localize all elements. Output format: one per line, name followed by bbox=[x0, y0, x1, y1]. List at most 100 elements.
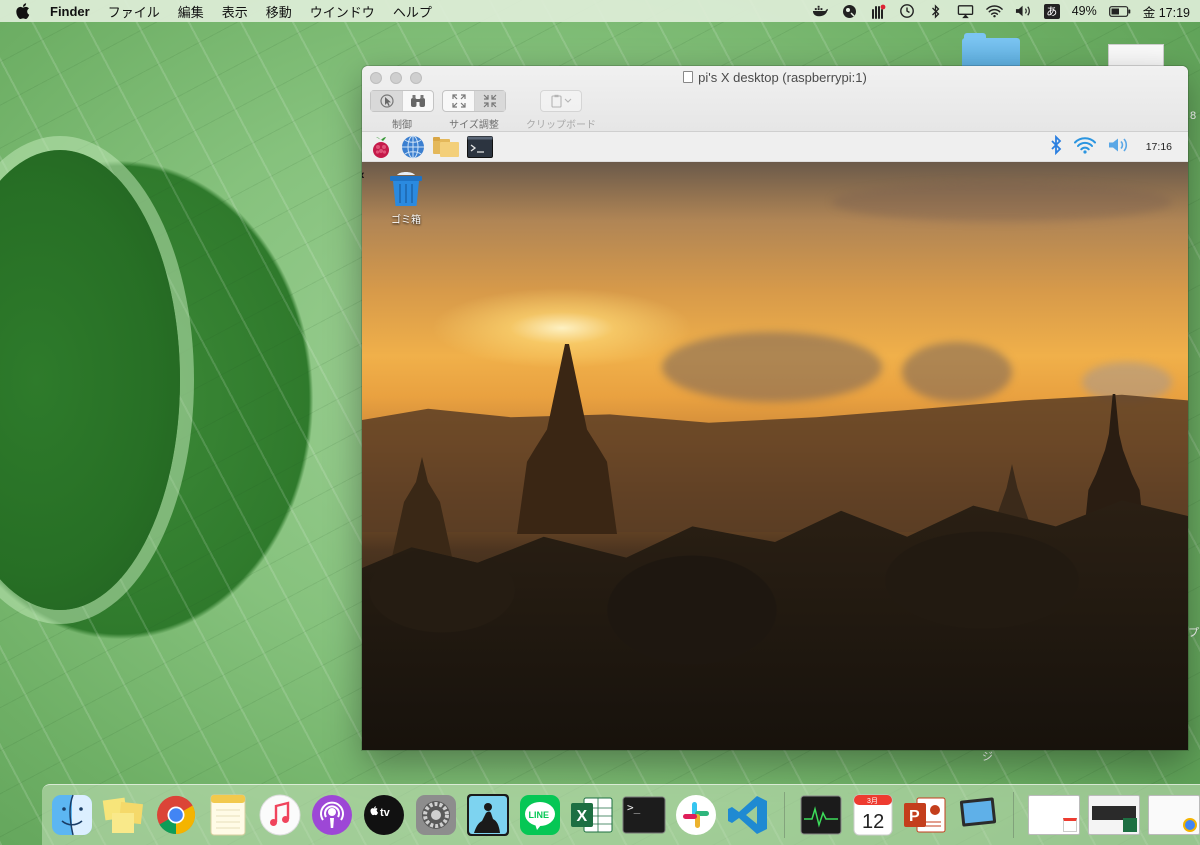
apple-menu-icon[interactable] bbox=[16, 3, 34, 19]
excel-icon[interactable]: X bbox=[570, 793, 614, 837]
battery-percent[interactable]: 49% bbox=[1072, 4, 1097, 18]
menu-go[interactable]: 移動 bbox=[266, 2, 292, 21]
trash-label: ゴミ箱 bbox=[391, 215, 421, 226]
pointer-icon bbox=[379, 94, 394, 108]
hand-stop-icon[interactable] bbox=[870, 4, 887, 19]
binoculars-icon bbox=[411, 95, 425, 107]
clipboard-icon bbox=[551, 94, 572, 108]
raspberry-menu-icon[interactable] bbox=[368, 134, 394, 160]
remote-desktop[interactable]: ‹ ゴミ箱 bbox=[362, 162, 1188, 750]
wallpaper-mountains bbox=[362, 394, 1188, 532]
clipboard-label: クリップボード bbox=[526, 120, 596, 131]
window-titlebar[interactable]: pi's X desktop (raspberrypi:1) 制御 サイズ調整 … bbox=[362, 66, 1188, 132]
docker-icon[interactable] bbox=[812, 4, 829, 19]
chrome-mini-icon bbox=[1183, 818, 1197, 832]
pi-wifi-icon[interactable] bbox=[1073, 136, 1096, 157]
music-icon[interactable] bbox=[258, 793, 302, 837]
status-app-icon[interactable] bbox=[841, 4, 858, 19]
input-method-icon[interactable]: あ bbox=[1043, 3, 1060, 19]
wallpaper-cloud bbox=[902, 342, 1012, 402]
pi-volume-icon[interactable] bbox=[1108, 137, 1130, 156]
podcasts-icon[interactable] bbox=[310, 793, 354, 837]
menu-help[interactable]: ヘルプ bbox=[393, 2, 432, 21]
stickies-icon[interactable] bbox=[102, 793, 146, 837]
menu-view[interactable]: 表示 bbox=[222, 2, 248, 21]
terminal-launcher-icon[interactable] bbox=[466, 134, 494, 160]
trash-desktop-icon[interactable]: ゴミ箱 bbox=[382, 170, 430, 226]
activity-monitor-icon[interactable] bbox=[799, 793, 843, 837]
notes-icon[interactable] bbox=[206, 793, 250, 837]
window-title: pi's X desktop (raspberrypi:1) bbox=[362, 70, 1188, 85]
vnc-toolbar: 制御 サイズ調整 クリップボード bbox=[370, 90, 596, 131]
powerpoint-letter: P bbox=[909, 808, 920, 825]
wallpaper-cloud bbox=[662, 332, 882, 402]
pi-bluetooth-icon[interactable] bbox=[1050, 134, 1062, 158]
kindle-icon[interactable] bbox=[466, 793, 510, 837]
control-view-button[interactable] bbox=[402, 91, 433, 111]
chrome-icon[interactable] bbox=[154, 793, 198, 837]
scale-button[interactable] bbox=[474, 91, 505, 111]
control-pointer-button[interactable] bbox=[371, 91, 402, 111]
appletv-label: tv bbox=[380, 807, 391, 819]
document-icon bbox=[683, 71, 694, 83]
dock-separator bbox=[784, 792, 785, 838]
panel-collapse-icon[interactable]: ‹ bbox=[362, 166, 365, 182]
control-label: 制御 bbox=[392, 120, 412, 131]
menu-file[interactable]: ファイル bbox=[108, 2, 160, 21]
window-title-text: pi's X desktop (raspberrypi:1) bbox=[698, 70, 867, 85]
trash-icon bbox=[390, 172, 422, 206]
dock-minimized-window[interactable] bbox=[1028, 795, 1080, 835]
menu-edit[interactable]: 編集 bbox=[178, 2, 204, 21]
fullscreen-button[interactable] bbox=[443, 91, 474, 111]
line-icon[interactable]: LINE bbox=[518, 793, 562, 837]
system-preferences-icon[interactable] bbox=[414, 793, 458, 837]
slack-icon[interactable] bbox=[674, 793, 718, 837]
shrink-icon bbox=[483, 94, 497, 108]
vscode-icon[interactable] bbox=[726, 793, 770, 837]
dock-minimized-window[interactable] bbox=[1148, 795, 1200, 835]
pi-clock[interactable]: 17:16 bbox=[1146, 141, 1172, 153]
volume-icon[interactable] bbox=[1015, 4, 1032, 19]
calendar-day: 12 bbox=[862, 811, 884, 833]
vnc-viewer-window: pi's X desktop (raspberrypi:1) 制御 サイズ調整 … bbox=[362, 66, 1188, 750]
web-browser-icon[interactable] bbox=[400, 134, 426, 160]
expand-icon bbox=[451, 94, 466, 108]
desktop-label-fragment: 8 bbox=[1190, 110, 1197, 122]
airplay-icon[interactable] bbox=[957, 4, 974, 19]
time-machine-icon[interactable] bbox=[899, 4, 916, 19]
excel-letter: X bbox=[577, 808, 588, 825]
calendar-mini-icon bbox=[1063, 818, 1077, 832]
menubar-clock[interactable]: 金 17:19 bbox=[1143, 2, 1190, 21]
wifi-icon[interactable] bbox=[985, 4, 1003, 19]
calendar-icon[interactable]: 3月 12 bbox=[851, 793, 895, 837]
menu-window[interactable]: ウインドウ bbox=[310, 2, 375, 21]
line-label: LINE bbox=[529, 810, 550, 820]
dock-separator bbox=[1013, 792, 1014, 838]
desktop-label-fragment: プ bbox=[1188, 627, 1199, 639]
pi-taskbar: 17:16 bbox=[362, 132, 1188, 162]
file-manager-icon[interactable] bbox=[432, 134, 460, 160]
appletv-icon[interactable]: tv bbox=[362, 793, 406, 837]
terminal-icon[interactable]: >_ bbox=[622, 793, 666, 837]
resize-group: サイズ調整 bbox=[442, 90, 506, 131]
menubar: Finder ファイル 編集 表示 移動 ウインドウ ヘルプ あ 49% 金 1… bbox=[0, 0, 1200, 22]
dock: tv LINE X >_ 3月 12 P bbox=[42, 784, 1200, 845]
powerpoint-icon[interactable]: P bbox=[903, 793, 947, 837]
wallpaper-leaf-hole bbox=[0, 150, 180, 610]
wallpaper-cloud bbox=[832, 182, 1172, 222]
input-method-label: あ bbox=[1046, 6, 1058, 18]
menu-app-finder[interactable]: Finder bbox=[50, 4, 90, 19]
clipboard-button[interactable] bbox=[541, 91, 581, 111]
dock-minimized-window[interactable] bbox=[1088, 795, 1140, 835]
terminal-prompt: >_ bbox=[627, 801, 641, 814]
calendar-month: 3月 bbox=[867, 797, 878, 805]
resize-label: サイズ調整 bbox=[449, 120, 499, 131]
battery-icon[interactable] bbox=[1108, 4, 1131, 19]
screen-sharing-icon[interactable] bbox=[955, 793, 999, 837]
excel-mini-icon bbox=[1123, 818, 1137, 832]
clipboard-group: クリップボード bbox=[526, 90, 596, 131]
control-group: 制御 bbox=[370, 90, 434, 131]
finder-icon[interactable] bbox=[50, 793, 94, 837]
bluetooth-icon[interactable] bbox=[928, 3, 945, 19]
desktop-label-fragment: ジ bbox=[982, 751, 993, 763]
